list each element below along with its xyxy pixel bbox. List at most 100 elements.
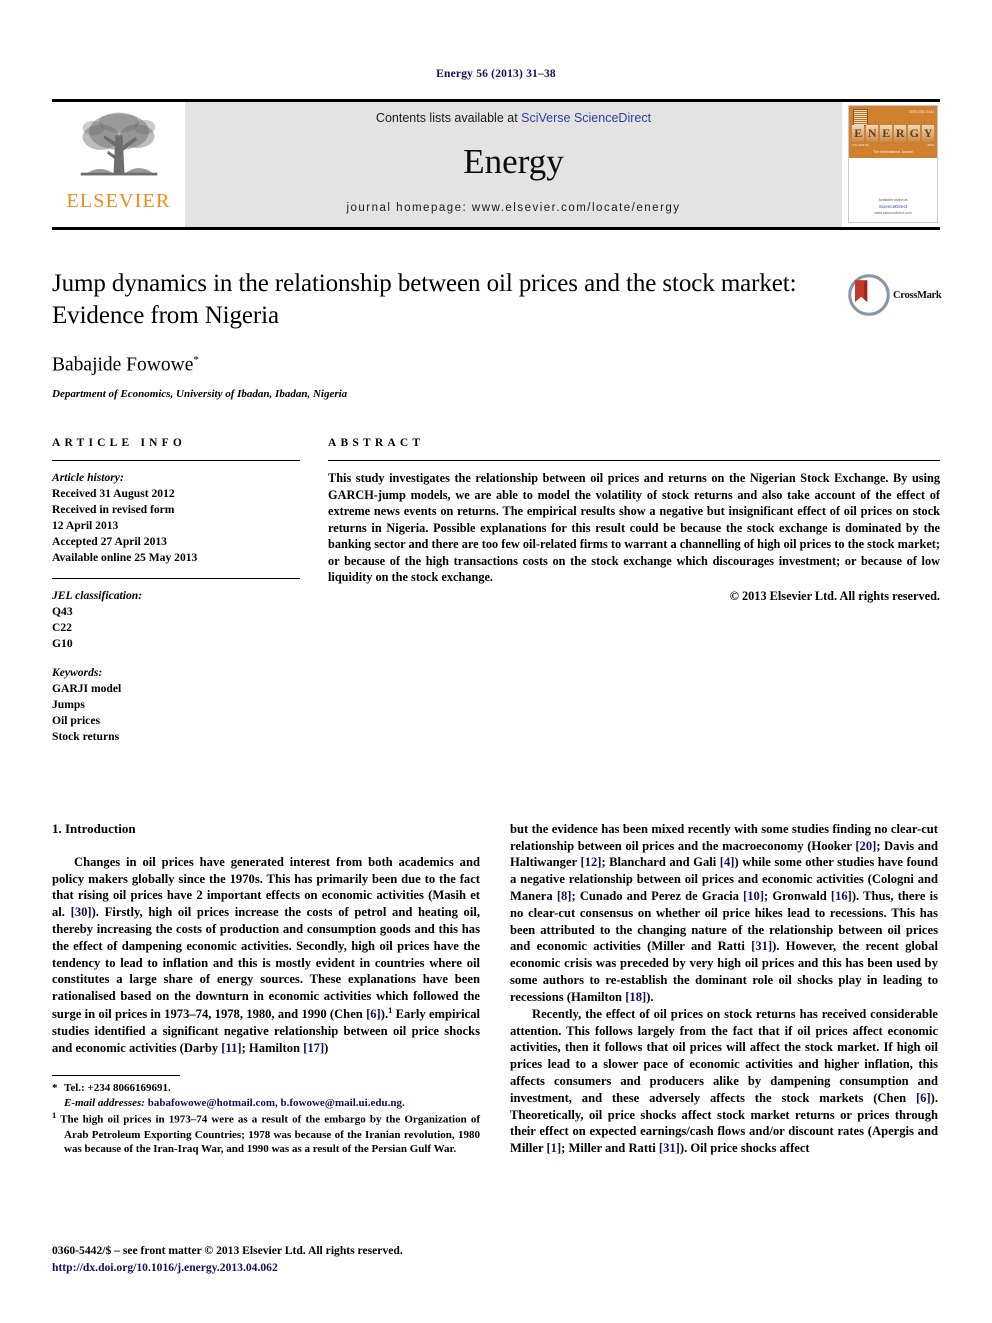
abstract-rule — [328, 460, 940, 461]
publisher-logo: ELSEVIER — [52, 99, 185, 227]
citation-link[interactable]: [12] — [580, 855, 601, 869]
article-history-item: Accepted 27 April 2013 — [52, 534, 167, 548]
body-paragraph: but the evidence has been mixed recently… — [510, 821, 938, 1004]
author-correspondence-marker: * — [193, 353, 199, 366]
citation-link[interactable]: [16] — [831, 889, 852, 903]
citation-link[interactable]: [31] — [659, 1141, 680, 1155]
citation-link[interactable]: [10] — [743, 889, 764, 903]
author-text: Babajide Fowowe — [52, 354, 194, 375]
jel-classification-block: JEL classification: Q43 C22 G10 — [52, 588, 300, 652]
running-head: Energy 56 (2013) 31–38 — [436, 68, 556, 80]
keyword-item: Stock returns — [52, 729, 120, 743]
body-columns: 1. Introduction Changes in oil prices ha… — [52, 821, 940, 1157]
cover-publisher-mark-icon — [853, 109, 868, 126]
article-page: Energy 56 (2013) 31–38 ELSEVIER Contents… — [0, 0, 992, 1323]
citation-link[interactable]: [18] — [625, 990, 646, 1004]
article-info-divider — [52, 577, 300, 579]
keyword-item: Oil prices — [52, 713, 100, 727]
footnote-email-addresses[interactable]: babafowowe@hotmail.com, b.fowowe@mail.ui… — [148, 1097, 405, 1109]
footnote-note-text: The high oil prices in 1973–74 were as a… — [60, 1114, 480, 1156]
keywords-label: Keywords: — [52, 665, 103, 679]
crossmark-badge[interactable]: CrossMark — [848, 264, 942, 326]
cover-footer: Available online at ScienceDirect www.sc… — [849, 198, 937, 216]
body-column-right: but the evidence has been mixed recently… — [510, 821, 938, 1157]
cover-issue-label: ISSN 0360-5442 — [908, 110, 934, 114]
article-history-item: Received 31 August 2012 — [52, 486, 175, 500]
crossmark-icon — [848, 274, 890, 316]
jel-label: JEL classification: — [52, 588, 143, 602]
jel-code: C22 — [52, 620, 72, 634]
page-title: Jump dynamics in the relationship betwee… — [52, 270, 797, 329]
cover-tagline: The International Journal — [873, 150, 913, 154]
keyword-item: GARJI model — [52, 681, 122, 695]
cover-letter: G — [908, 125, 920, 142]
footnote-note-marker: 1 — [52, 1110, 57, 1121]
citation-link[interactable]: [17] — [303, 1041, 324, 1055]
cover-volume-label: VOLUME 56 — [852, 143, 869, 147]
issn-copyright-line: 0360-5442/$ – see front matter © 2013 El… — [52, 1244, 403, 1258]
footnote-tel-marker: * — [52, 1082, 58, 1095]
masthead-banner: Contents lists available at SciVerse Sci… — [185, 99, 842, 227]
citation-link[interactable]: [31] — [751, 939, 772, 953]
body-paragraph: Recently, the effect of oil prices on st… — [510, 1006, 938, 1156]
author-name: Babajide Fowowe* — [52, 354, 940, 377]
cover-letter-band: E N E R G Y — [852, 125, 934, 142]
citation-link[interactable]: [30] — [71, 905, 92, 919]
abstract-heading: ABSTRACT — [328, 437, 425, 449]
journal-homepage-link[interactable]: journal homepage: www.elsevier.com/locat… — [346, 202, 680, 214]
cover-top-band: ISSN 0360-5442 E N E R G Y VOLUME 56 201… — [849, 106, 937, 158]
journal-cover-thumbnail: ISSN 0360-5442 E N E R G Y VOLUME 56 201… — [842, 99, 940, 227]
section-heading-introduction: 1. Introduction — [52, 820, 136, 836]
article-history-label: Article history: — [52, 471, 124, 484]
keywords-block: Keywords: GARJI model Jumps Oil prices S… — [52, 665, 300, 745]
article-history-item: Received in revised form — [52, 502, 175, 516]
crossmark-label: CrossMark — [893, 289, 942, 301]
article-info-column: ARTICLE INFO Article history: Received 3… — [52, 437, 300, 745]
cover-letter: N — [866, 125, 878, 142]
footnote-note: 1 The high oil prices in 1973–74 were as… — [52, 1110, 480, 1157]
cover-footer-url: www.sciencedirect.com — [874, 210, 912, 215]
cover-image: ISSN 0360-5442 E N E R G Y VOLUME 56 201… — [848, 105, 938, 223]
citation-link[interactable]: [6] — [366, 1007, 381, 1021]
footnote-email-label: E-mail addresses: — [64, 1096, 145, 1109]
footnote-block: * Tel.: +234 8066169691. E-mail addresses… — [52, 1075, 480, 1157]
cover-letter: R — [894, 125, 906, 142]
citation-link[interactable]: [20] — [855, 839, 876, 853]
article-history-block: Article history: Received 31 August 2012… — [52, 470, 300, 566]
citation-link[interactable]: [1] — [546, 1141, 561, 1155]
keyword-item: Jumps — [52, 697, 85, 711]
doi-link[interactable]: http://dx.doi.org/10.1016/j.energy.2013.… — [52, 1260, 480, 1276]
abstract-column: ABSTRACT This study investigates the rel… — [328, 437, 940, 745]
cover-subrow: VOLUME 56 2013 — [852, 143, 934, 147]
abstract-copyright: © 2013 Elsevier Ltd. All rights reserved… — [729, 588, 940, 603]
article-info-rule — [52, 460, 300, 461]
body-paragraph: Changes in oil prices have generated int… — [52, 854, 481, 1055]
citation-link[interactable]: [11] — [221, 1041, 241, 1055]
citation-link[interactable]: [6] — [916, 1091, 931, 1105]
contents-available-line: Contents lists available at SciVerse Sci… — [376, 111, 651, 125]
cover-footer-brand: ScienceDirect — [878, 203, 908, 209]
elsevier-wordmark: ELSEVIER — [66, 190, 171, 212]
contents-prefix: Contents lists available at — [375, 111, 522, 125]
author-affiliation: Department of Economics, University of I… — [52, 388, 348, 400]
masthead-bottom-rule — [52, 227, 940, 230]
sciencedirect-link[interactable]: SciVerse ScienceDirect — [521, 111, 651, 125]
body-column-left: 1. Introduction Changes in oil prices ha… — [52, 821, 480, 1157]
citation-link[interactable]: [8] — [557, 889, 572, 903]
cover-letter: E — [880, 125, 892, 142]
footnote-email: E-mail addresses: babafowowe@hotmail.com… — [52, 1096, 480, 1111]
cover-letter: Y — [922, 125, 934, 142]
title-block: Jump dynamics in the relationship betwee… — [52, 268, 942, 400]
footnote-reference[interactable]: 1 — [388, 1005, 392, 1015]
jel-code: G10 — [52, 636, 73, 650]
cover-year-label: 2013 — [927, 143, 934, 147]
article-history-item: 12 April 2013 — [52, 518, 119, 532]
jel-code: Q43 — [52, 604, 73, 618]
journal-title: Energy — [463, 142, 564, 181]
cover-letter: E — [852, 125, 864, 142]
footnote-rule — [52, 1075, 180, 1077]
article-history-item: Available online 25 May 2013 — [52, 550, 198, 564]
elsevier-tree-icon — [80, 112, 157, 176]
citation-link[interactable]: [4] — [720, 855, 735, 869]
